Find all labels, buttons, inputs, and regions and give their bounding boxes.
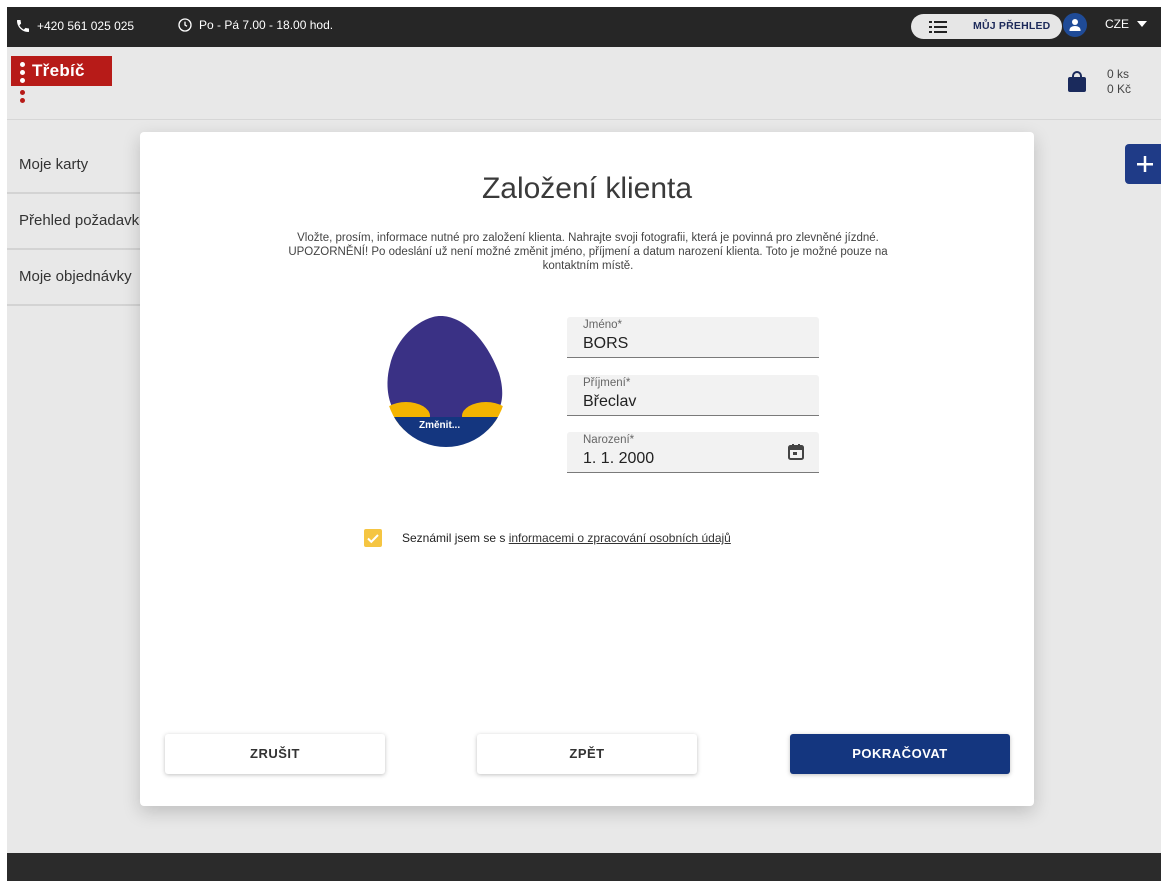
logo-dot: [20, 90, 25, 95]
plus-icon: [1137, 156, 1153, 172]
checkmark-icon: [367, 534, 379, 544]
birth-date-field[interactable]: Narození* 1. 1. 2000: [567, 432, 819, 473]
clock-icon: [178, 18, 192, 32]
sidebar-item-requests[interactable]: Přehled požadavků: [7, 194, 142, 250]
sidebar-item-cards[interactable]: Moje karty: [7, 138, 142, 194]
header: Třebíč 0 ks 0 Kč: [7, 47, 1161, 120]
shopping-bag-icon[interactable]: [1066, 71, 1088, 93]
last-name-field[interactable]: Příjmení* Břeclav: [567, 375, 819, 416]
sidebar-item-orders[interactable]: Moje objednávky: [7, 250, 142, 306]
sidebar: Moje karty Přehled požadavků Moje objedn…: [7, 138, 142, 306]
logo-dot: [20, 62, 25, 67]
continue-button[interactable]: POKRAČOVAT: [790, 734, 1010, 774]
dialog-description: Vložte, prosím, informace nutné pro zalo…: [288, 232, 888, 272]
user-account-button[interactable]: [1063, 13, 1087, 37]
birth-date-value[interactable]: 1. 1. 2000: [583, 450, 654, 468]
birth-date-label: Narození*: [583, 434, 635, 446]
top-bar: +420 561 025 025 Po - Pá 7.00 - 18.00 ho…: [7, 7, 1161, 47]
footer-bar: [7, 853, 1161, 881]
chevron-down-icon: [1137, 21, 1147, 27]
first-name-label: Jméno*: [583, 319, 622, 331]
cart-summary[interactable]: 0 ks 0 Kč: [1107, 67, 1131, 97]
consent-text: Seznámil jsem se s informacemi o zpracov…: [402, 531, 731, 545]
my-overview-label: MŮJ PŘEHLED: [973, 20, 1051, 32]
cart-count: 0 ks: [1107, 67, 1130, 81]
language-label: CZE: [1105, 17, 1129, 31]
phone-contact[interactable]: +420 561 025 025: [15, 18, 134, 34]
logo-dot: [20, 70, 25, 75]
calendar-icon[interactable]: [787, 443, 805, 461]
app-frame: +420 561 025 025 Po - Pá 7.00 - 18.00 ho…: [7, 7, 1161, 881]
language-selector[interactable]: CZE: [1105, 17, 1147, 31]
cart-price: 0 Kč: [1107, 82, 1132, 96]
dialog-title: Založení klienta: [481, 172, 693, 205]
cancel-button[interactable]: ZRUŠIT: [165, 734, 385, 774]
create-client-dialog: Založení klienta Vložte, prosím, informa…: [140, 132, 1034, 806]
hours-text: Po - Pá 7.00 - 18.00 hod.: [199, 18, 334, 32]
back-button[interactable]: ZPĚT: [477, 734, 697, 774]
list-icon: [929, 21, 947, 33]
opening-hours: Po - Pá 7.00 - 18.00 hod.: [177, 17, 333, 33]
phone-number: +420 561 025 025: [37, 19, 135, 33]
phone-icon: [17, 20, 29, 32]
first-name-field[interactable]: Jméno* BORS: [567, 317, 819, 358]
first-name-value[interactable]: BORS: [583, 335, 628, 353]
privacy-info-link[interactable]: informacemi o zpracování osobních údajů: [509, 531, 731, 545]
logo-text: Třebíč: [32, 61, 85, 80]
logo-dot: [20, 78, 25, 83]
last-name-value[interactable]: Břeclav: [583, 393, 636, 411]
user-icon: [1069, 19, 1081, 31]
consent-prefix: Seznámil jsem se s: [402, 531, 509, 545]
my-overview-button[interactable]: MŮJ PŘEHLED: [911, 14, 1062, 39]
change-photo-label[interactable]: Změnit...: [419, 420, 460, 431]
add-button[interactable]: [1125, 144, 1161, 184]
last-name-label: Příjmení*: [583, 377, 631, 389]
profile-photo[interactable]: [386, 315, 506, 452]
consent-checkbox[interactable]: [364, 529, 382, 547]
logo-dot: [20, 98, 25, 103]
